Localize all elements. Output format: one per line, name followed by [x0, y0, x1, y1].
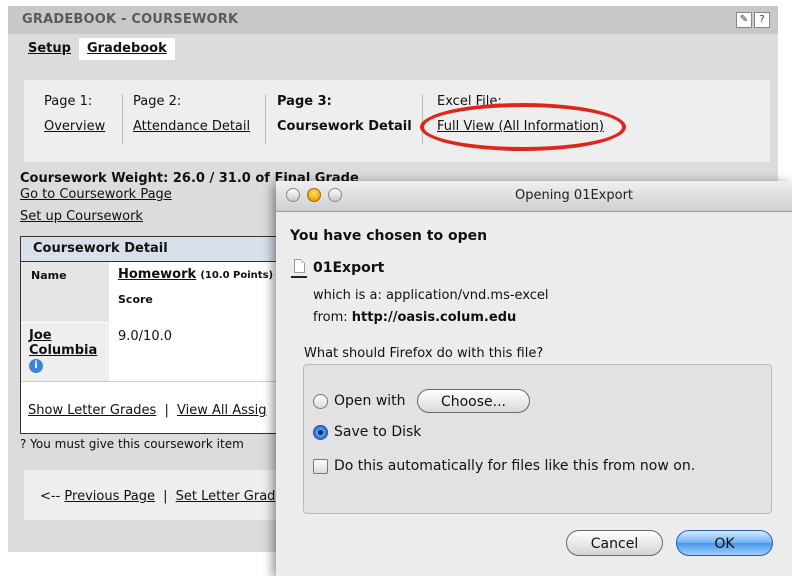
coursework-detail-table: Coursework Detail Name Homework (10.0 Po…	[20, 236, 310, 434]
student-score: 9.0/10.0	[118, 329, 172, 344]
previous-page-link[interactable]: Previous Page	[64, 489, 155, 504]
page-1-nav: Page 1: Overview	[44, 94, 105, 144]
file-source: from: http://oasis.colum.edu	[313, 310, 516, 325]
file-source-url: http://oasis.colum.edu	[351, 310, 517, 325]
open-with-radio[interactable]	[313, 394, 328, 409]
view-all-assignments-link[interactable]: View All Assig	[177, 403, 267, 418]
table-header: Coursework Detail	[21, 237, 309, 262]
footer-links: <-- Previous Page | Set Letter Grad	[40, 489, 275, 504]
coursework-detail-current: Coursework Detail	[277, 119, 412, 134]
gradebook-header: GRADEBOOK - COURSEWORK ✎ ?	[8, 6, 778, 34]
page-3-label: Page 3:	[277, 94, 332, 109]
tab-setup[interactable]: Setup	[20, 38, 79, 60]
coursework-note: ? You must give this coursework item	[20, 437, 244, 451]
link-separator: |	[164, 403, 169, 418]
tab-gradebook[interactable]: Gradebook	[79, 38, 175, 60]
dialog-question: What should Firefox do with this file?	[304, 346, 544, 361]
open-with-label[interactable]: Open with	[334, 393, 406, 409]
divider	[265, 94, 266, 144]
dialog-titlebar[interactable]: Opening 01Export	[276, 181, 792, 212]
document-icon	[294, 259, 305, 273]
page-title: GRADEBOOK - COURSEWORK	[22, 12, 239, 27]
help-icon[interactable]: ?	[754, 12, 770, 28]
annotation-highlight-ellipse	[420, 103, 626, 151]
homework-link[interactable]: Homework	[118, 267, 196, 282]
gradebook-tabs: Setup Gradebook	[20, 38, 175, 60]
auto-action-checkbox[interactable]	[313, 459, 328, 474]
attendance-detail-link[interactable]: Attendance Detail	[133, 119, 250, 134]
student-name-link[interactable]: Joe Columbia	[29, 328, 107, 358]
dialog-heading: You have chosen to open	[290, 228, 488, 244]
divider	[21, 381, 309, 382]
goto-coursework-link[interactable]: Go to Coursework Page	[20, 187, 172, 202]
link-separator: |	[163, 489, 168, 504]
page-2-label: Page 2:	[133, 94, 182, 109]
cancel-button[interactable]: Cancel	[566, 530, 663, 556]
setup-coursework-link[interactable]: Set up Coursework	[20, 209, 143, 224]
homework-column-header: Homework (10.0 Points)	[118, 267, 273, 282]
table-title: Coursework Detail	[33, 241, 168, 256]
homework-points: (10.0 Points)	[200, 270, 274, 281]
divider	[122, 94, 123, 144]
file-type: which is a: application/vnd.ms-excel	[313, 288, 549, 303]
opening-file-dialog: Opening 01Export You have chosen to open…	[276, 181, 792, 576]
file-type-value: application/vnd.ms-excel	[386, 288, 549, 303]
name-column-header: Name	[31, 269, 67, 282]
file-icon-underline	[291, 276, 307, 278]
auto-action-label[interactable]: Do this automatically for files like thi…	[334, 458, 695, 474]
page-2-nav: Page 2: Attendance Detail	[133, 94, 250, 144]
set-letter-grades-link[interactable]: Set Letter Grad	[176, 489, 276, 504]
divider	[422, 94, 423, 144]
overview-link[interactable]: Overview	[44, 119, 105, 134]
info-icon[interactable]: i	[29, 359, 43, 373]
file-type-label: which is a:	[313, 288, 382, 303]
table-links: Show Letter Grades | View All Assig	[28, 403, 267, 418]
ok-button[interactable]: OK	[676, 530, 773, 556]
show-letter-grades-link[interactable]: Show Letter Grades	[28, 403, 156, 418]
page-1-label: Page 1:	[44, 94, 93, 109]
save-to-disk-label[interactable]: Save to Disk	[334, 424, 421, 440]
tools-icon[interactable]: ✎	[736, 12, 752, 28]
save-to-disk-radio[interactable]	[313, 425, 328, 440]
page-3-nav: Page 3: Coursework Detail	[277, 94, 412, 144]
dialog-title: Opening 01Export	[514, 188, 634, 203]
choose-application-button[interactable]: Choose...	[417, 389, 530, 413]
file-source-label: from:	[313, 310, 348, 325]
page-navigation: Page 1: Overview Page 2: Attendance Deta…	[24, 80, 770, 162]
back-arrow: <--	[40, 489, 61, 504]
score-column-header: Score	[118, 293, 153, 306]
file-name: 01Export	[313, 260, 385, 276]
